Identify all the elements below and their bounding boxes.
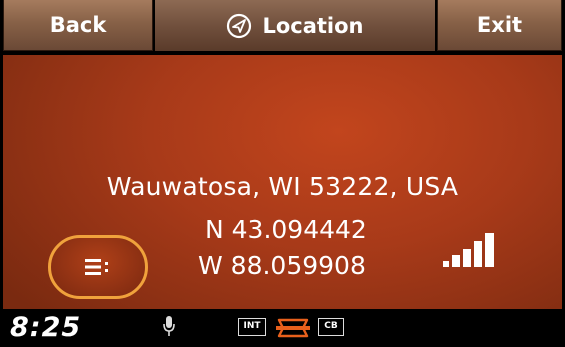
signal-strength-icon bbox=[443, 233, 494, 267]
cb-radio-badge: CB bbox=[318, 318, 344, 336]
intercom-badge: INT bbox=[238, 318, 266, 336]
exit-button[interactable]: Exit bbox=[437, 0, 562, 51]
back-button[interactable]: Back bbox=[3, 0, 153, 51]
compass-icon bbox=[227, 13, 252, 38]
header-bar: Back Location Exit bbox=[0, 0, 565, 55]
back-button-label: Back bbox=[49, 13, 107, 37]
microphone-icon bbox=[163, 316, 175, 336]
address-text: Wauwatosa, WI 53222, USA bbox=[106, 172, 459, 201]
clock: 8:25 bbox=[10, 312, 82, 343]
brand-logo-icon bbox=[276, 318, 310, 338]
longitude-text: W 88.059908 bbox=[198, 251, 366, 280]
list-menu-icon bbox=[85, 259, 108, 275]
location-panel: Wauwatosa, WI 53222, USA N 43.094442 W 8… bbox=[3, 55, 562, 309]
status-bar: 8:25 INT CB bbox=[0, 309, 565, 347]
location-screen: Back Location Exit Wauwatosa, WI 53222, … bbox=[0, 0, 565, 347]
latitude-text: N 43.094442 bbox=[205, 215, 367, 244]
menu-button[interactable] bbox=[48, 235, 148, 299]
exit-button-label: Exit bbox=[476, 13, 523, 37]
page-title-label: Location bbox=[262, 13, 364, 38]
page-title: Location bbox=[155, 0, 435, 51]
